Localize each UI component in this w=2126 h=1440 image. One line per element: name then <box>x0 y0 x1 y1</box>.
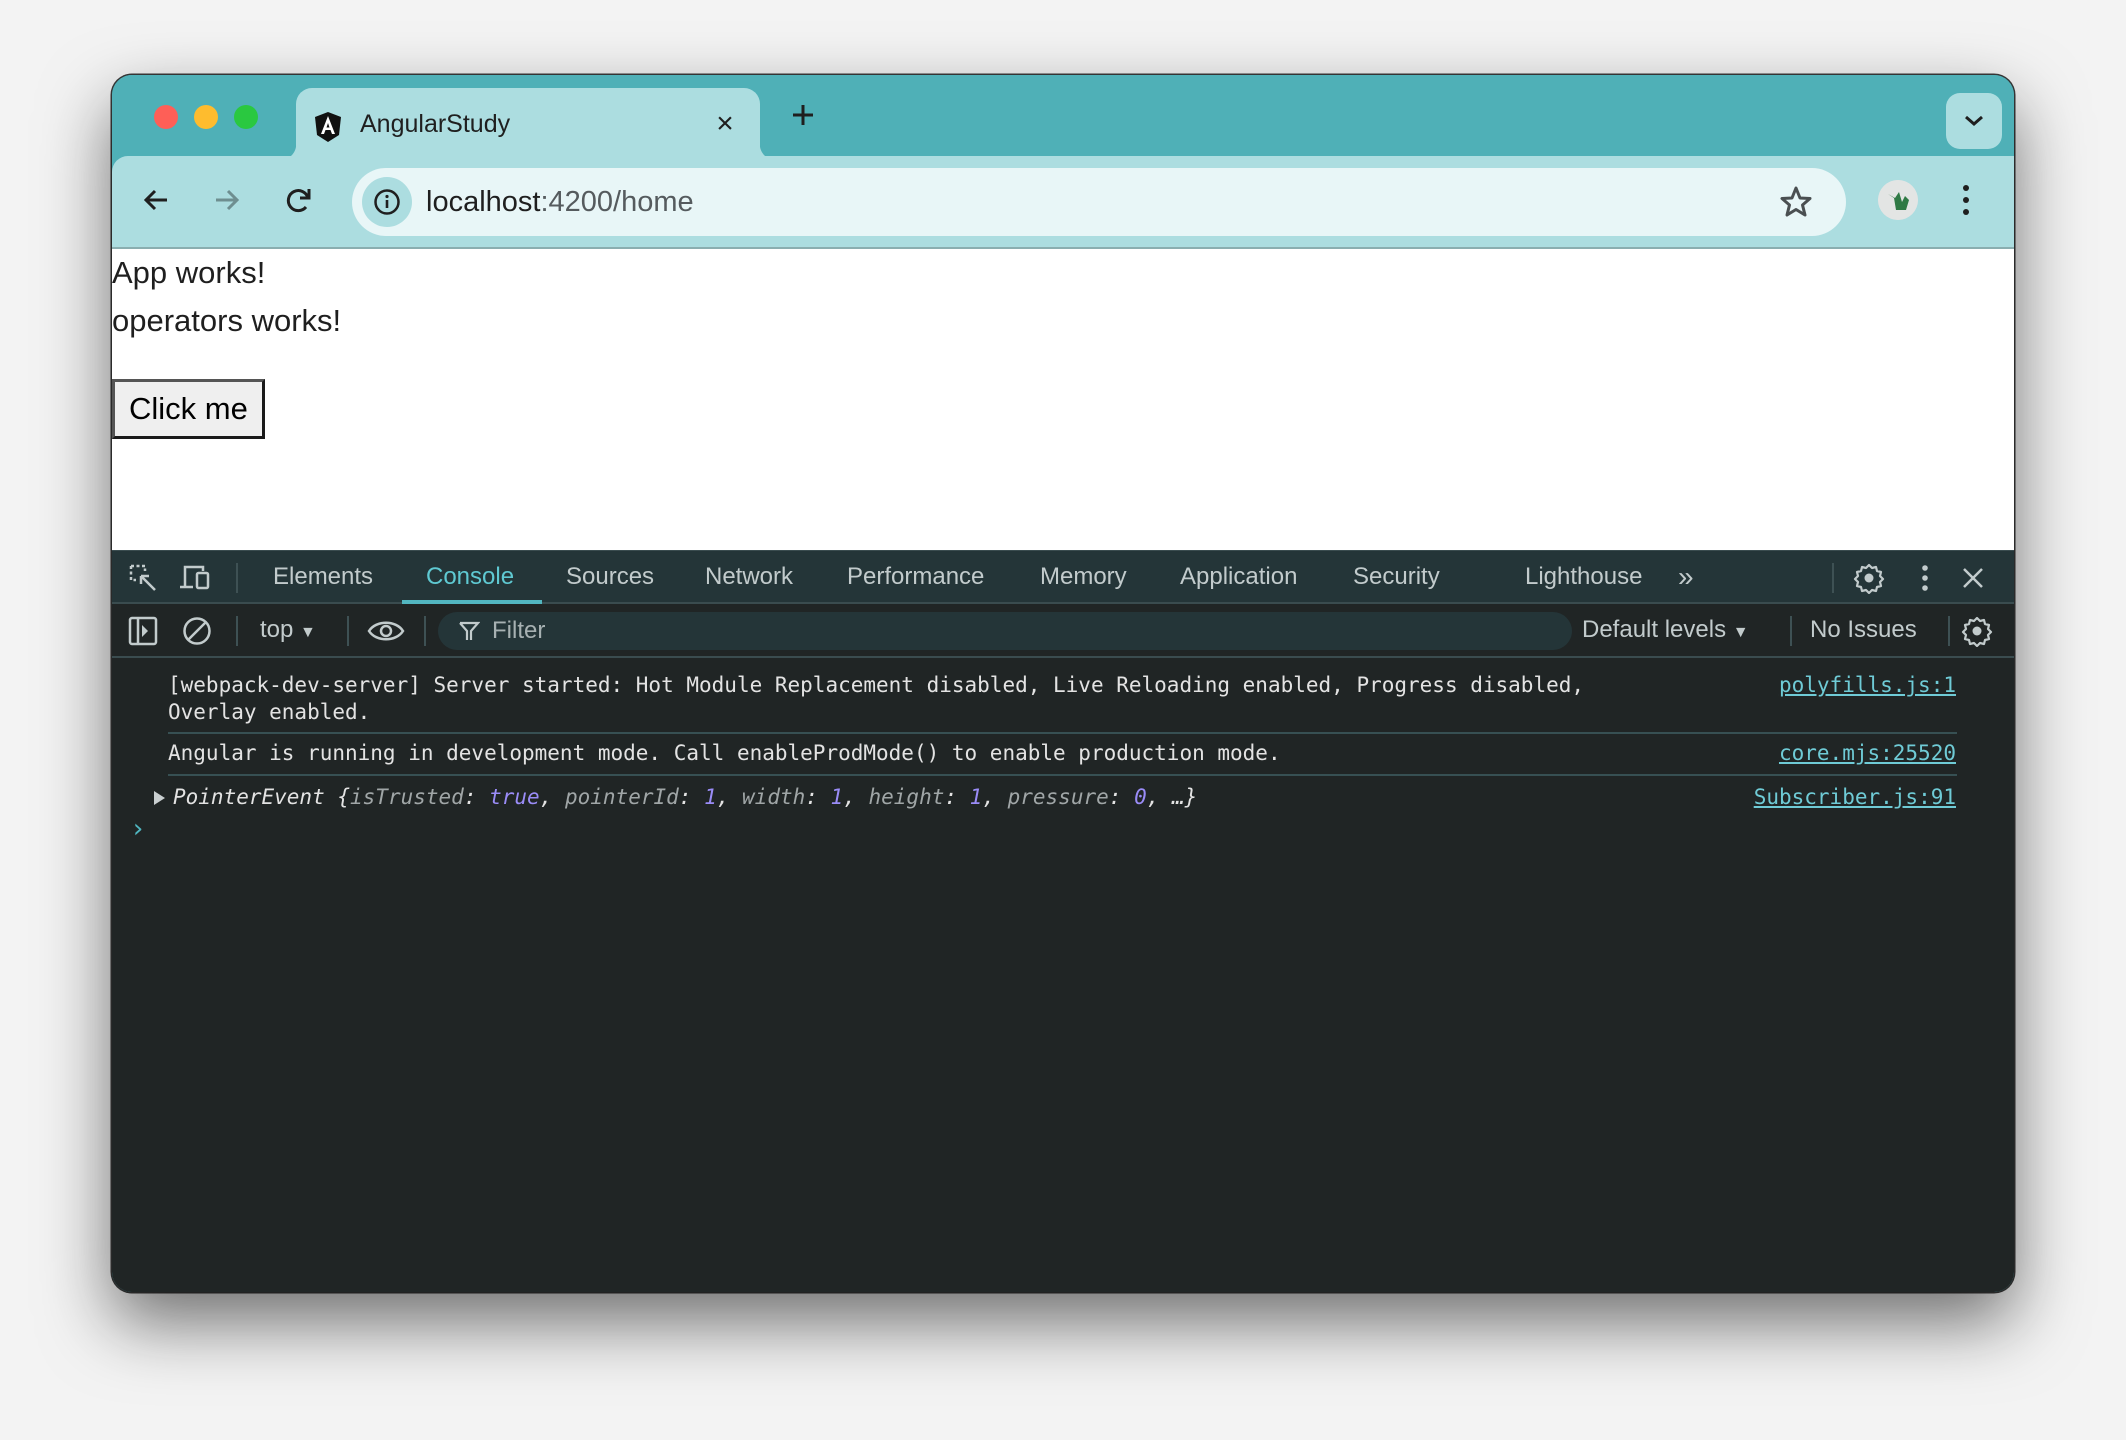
more-tabs-button[interactable]: » <box>1678 551 1694 603</box>
context-value: top <box>260 616 294 643</box>
address-bar[interactable]: localhost:4200/home <box>352 168 1846 236</box>
tab-console[interactable]: Console <box>426 551 514 603</box>
caret-down-icon: ▼ <box>1732 624 1749 641</box>
source-link[interactable]: polyfills.js:1 <box>1779 672 1956 699</box>
site-info-button[interactable] <box>362 177 412 227</box>
close-icon[interactable] <box>1956 561 1990 595</box>
url-path: :4200/home <box>540 186 694 218</box>
tab-memory[interactable]: Memory <box>1040 551 1127 603</box>
separator <box>424 616 426 646</box>
filter-placeholder: Filter <box>492 617 546 644</box>
prop-value: 1 <box>969 785 983 809</box>
plus-icon[interactable] <box>785 97 821 133</box>
browser-tab[interactable]: AngularStudy × <box>280 88 776 160</box>
reload-button[interactable] <box>279 180 319 220</box>
tab-title: AngularStudy <box>360 110 511 138</box>
context-selector[interactable]: top ▼ <box>260 604 316 659</box>
caret-down-icon: ▼ <box>300 624 316 641</box>
filter-icon <box>459 621 480 640</box>
tab-lighthouse[interactable]: Lighthouse <box>1525 551 1642 603</box>
expand-triangle-icon[interactable] <box>154 791 165 805</box>
prop-value: 1 <box>830 785 844 809</box>
angular-logo-icon <box>315 112 341 142</box>
browser-window: AngularStudy × localhost:4200/home App w… <box>112 75 2014 1292</box>
ellipsis: … <box>1172 785 1185 809</box>
tab-performance[interactable]: Performance <box>847 551 984 603</box>
filter-input[interactable]: Filter <box>438 612 1572 650</box>
sidebar-toggle-icon[interactable] <box>126 614 160 648</box>
console-prompt[interactable]: › <box>130 814 146 844</box>
reload-icon <box>286 189 311 213</box>
log-levels-dropdown[interactable]: Default levels ▼ <box>1582 604 1749 659</box>
tab-elements[interactable]: Elements <box>273 551 373 603</box>
separator <box>236 563 238 593</box>
source-link[interactable]: Subscriber.js:91 <box>1754 784 1956 811</box>
source-link[interactable]: core.mjs:25520 <box>1779 740 1956 767</box>
prop-value: 1 <box>704 785 717 809</box>
kebab-menu-icon[interactable] <box>1956 180 1976 220</box>
browser-toolbar: localhost:4200/home <box>112 156 2014 249</box>
close-window-button[interactable] <box>154 105 178 129</box>
prop-key: height <box>868 785 945 809</box>
profile-image <box>1878 180 1918 220</box>
message-divider <box>168 732 1957 734</box>
separator <box>1790 616 1792 646</box>
tab-application[interactable]: Application <box>1180 551 1297 603</box>
tab-security[interactable]: Security <box>1353 551 1440 603</box>
inspect-element-icon[interactable] <box>126 561 160 595</box>
prop-key: pressure <box>1007 785 1109 809</box>
arrow-left-icon <box>143 189 167 211</box>
gear-icon[interactable] <box>1852 561 1886 595</box>
console-toolbar: top ▼ Filter Default levels ▼ No Issues <box>112 604 2014 658</box>
tab-strip: AngularStudy × <box>112 75 2014 160</box>
object-name: PointerEvent <box>173 785 325 809</box>
levels-value: Default levels <box>1582 616 1727 643</box>
device-toolbar-icon[interactable] <box>178 561 212 595</box>
message-divider <box>168 774 1957 776</box>
tab-sources[interactable]: Sources <box>566 551 654 603</box>
message-text-line1: [webpack-dev-server] Server started: Hot… <box>168 673 1585 697</box>
object-preview[interactable]: PointerEvent {isTrusted: true, pointerId… <box>148 784 1197 811</box>
prop-value: 0 <box>1134 785 1147 809</box>
clear-console-icon[interactable] <box>180 614 214 648</box>
message-text: Angular is running in development mode. … <box>168 741 1281 765</box>
prop-key: width <box>742 785 806 809</box>
info-icon <box>374 189 400 215</box>
url-text[interactable]: localhost:4200/home <box>426 168 694 236</box>
tab-network[interactable]: Network <box>705 551 793 603</box>
issues-counter[interactable]: No Issues <box>1810 604 1917 656</box>
separator <box>1832 563 1834 593</box>
separator <box>347 616 349 646</box>
prop-key: pointerId <box>564 785 679 809</box>
kebab-menu-icon[interactable] <box>1908 561 1942 595</box>
url-host: localhost <box>426 186 541 218</box>
avatar-icon[interactable] <box>1878 180 1918 220</box>
star-icon[interactable] <box>1778 184 1814 220</box>
separator <box>236 616 238 646</box>
maximize-window-button[interactable] <box>234 105 258 129</box>
minimize-window-button[interactable] <box>194 105 218 129</box>
back-button[interactable] <box>136 180 176 220</box>
console-message: [webpack-dev-server] Server started: Hot… <box>168 672 1968 728</box>
eye-icon[interactable] <box>366 614 406 648</box>
tab-search-button[interactable] <box>1946 93 2002 149</box>
chevron-down-icon <box>1965 115 1983 126</box>
message-text-line2: Overlay enabled. <box>168 700 371 724</box>
prop-value: true <box>489 785 540 809</box>
forward-button[interactable] <box>207 180 247 220</box>
close-icon[interactable]: × <box>712 109 738 139</box>
prop-key: isTrusted <box>350 785 464 809</box>
console-settings-gear-icon[interactable] <box>1960 614 1994 648</box>
operators-works-text: operators works! <box>112 303 342 338</box>
devtools-tab-bar: Elements Console Sources Network Perform… <box>112 550 2014 604</box>
app-works-text: App works! <box>112 255 266 290</box>
arrow-right-icon <box>216 189 240 211</box>
click-me-button[interactable]: Click me <box>112 379 265 439</box>
separator <box>1948 616 1950 646</box>
devtools-panel: Elements Console Sources Network Perform… <box>112 550 2014 1292</box>
